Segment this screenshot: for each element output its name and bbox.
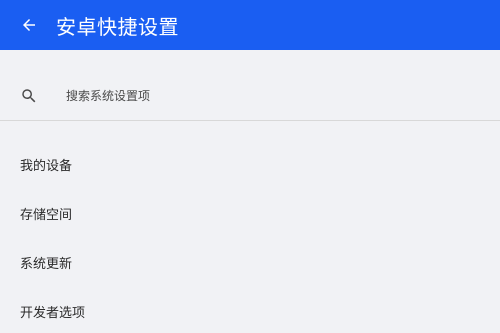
settings-item-label: 开发者选项: [20, 306, 86, 321]
settings-item-developer-options[interactable]: 开发者选项: [0, 287, 500, 333]
settings-item-storage[interactable]: 存储空间: [0, 189, 500, 238]
settings-item-system-update[interactable]: 系统更新: [0, 238, 500, 287]
settings-item-label: 我的设备: [20, 159, 73, 174]
back-button[interactable]: [18, 14, 40, 36]
divider: [0, 120, 500, 121]
search-bar[interactable]: [0, 72, 500, 120]
app-bar: 安卓快捷设置: [0, 0, 500, 50]
settings-item-my-device[interactable]: 我的设备: [0, 140, 500, 189]
settings-list: 我的设备 存储空间 系统更新 开发者选项: [0, 140, 500, 333]
page-title: 安卓快捷设置: [56, 14, 179, 39]
settings-item-label: 存储空间: [20, 208, 73, 223]
arrow-left-icon: [23, 19, 35, 31]
search-input[interactable]: [66, 82, 466, 110]
settings-screen: 安卓快捷设置 我的设备 存储空间 系统更新 开发者选项: [0, 0, 500, 333]
search-icon: [20, 87, 38, 105]
settings-item-label: 系统更新: [20, 257, 73, 272]
